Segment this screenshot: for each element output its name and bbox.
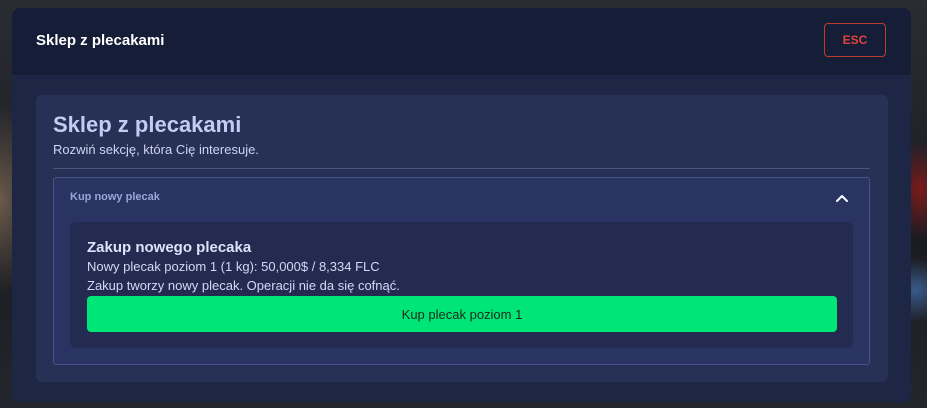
panel-title: Sklep z plecakami xyxy=(53,112,242,137)
esc-close-button[interactable]: ESC xyxy=(824,23,886,57)
modal-header: Sklep z plecakami ESC xyxy=(12,8,911,75)
accordion-label: Kup nowy plecak xyxy=(70,191,160,203)
divider xyxy=(53,168,870,169)
card-title: Zakup nowego plecaka xyxy=(87,239,252,256)
modal-title: Sklep z plecakami xyxy=(36,32,165,49)
warning-note: Zakup tworzy nowy plecak. Operacji nie d… xyxy=(87,278,400,293)
accordion-buy-new-backpack: Kup nowy plecak Zakup nowego plecaka Now… xyxy=(53,177,870,365)
shop-modal: Sklep z plecakami ESC Sklep z plecakami … xyxy=(12,8,911,402)
purchase-card: Zakup nowego plecaka Nowy plecak poziom … xyxy=(70,222,853,348)
panel-subtitle: Rozwiń sekcję, która Cię interesuje. xyxy=(53,142,259,157)
chevron-up-icon[interactable] xyxy=(834,190,850,206)
price-text: Nowy plecak poziom 1 (1 kg): 50,000$ / 8… xyxy=(87,259,380,274)
buy-backpack-button[interactable]: Kup plecak poziom 1 xyxy=(87,296,837,332)
accordion-header[interactable]: Kup nowy plecak xyxy=(54,178,869,216)
shop-panel: Sklep z plecakami Rozwiń sekcję, która C… xyxy=(36,95,888,382)
